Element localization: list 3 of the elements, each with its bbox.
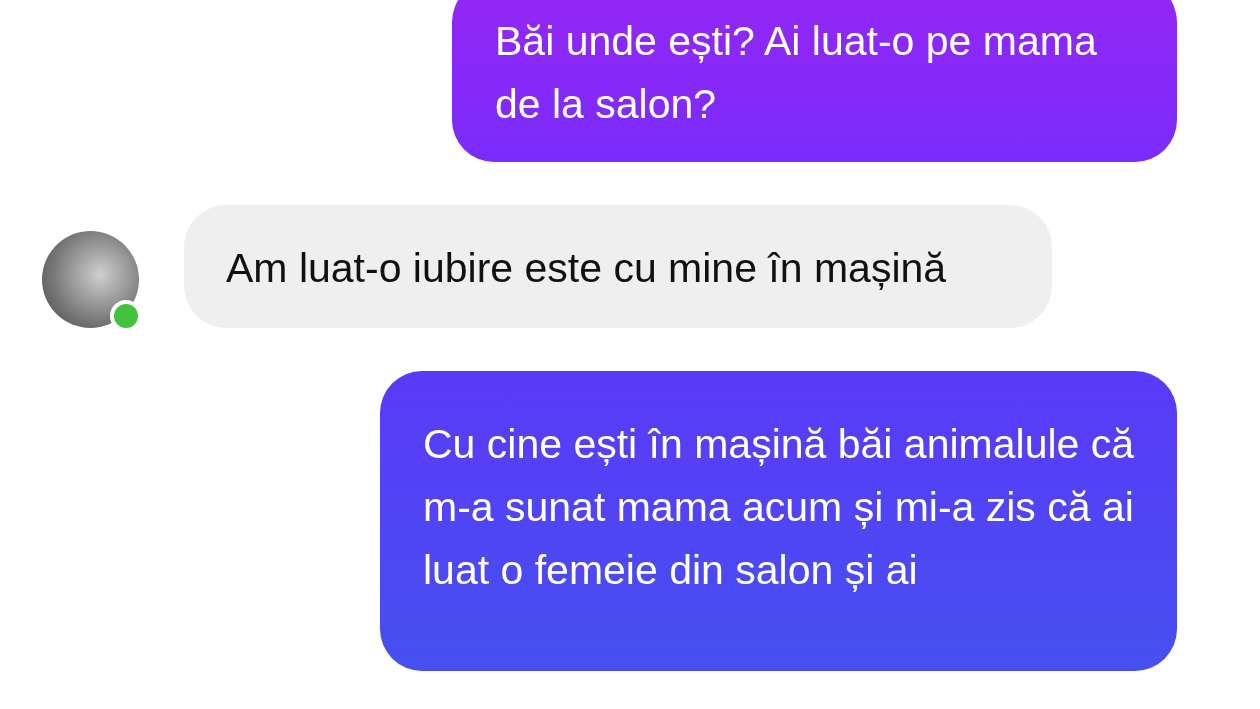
received-message-bubble: Am luat-o iubire este cu mine în mașină	[184, 205, 1052, 328]
sent-message-bubble: Băi unde ești? Ai luat-o pe mama de la salon?	[452, 0, 1177, 162]
sent-message-bubble: Cu cine ești în mașină băi animalule că m-a sunat mama acum și mi-a zis că ai luat o femeie din salon și ai	[380, 371, 1177, 671]
